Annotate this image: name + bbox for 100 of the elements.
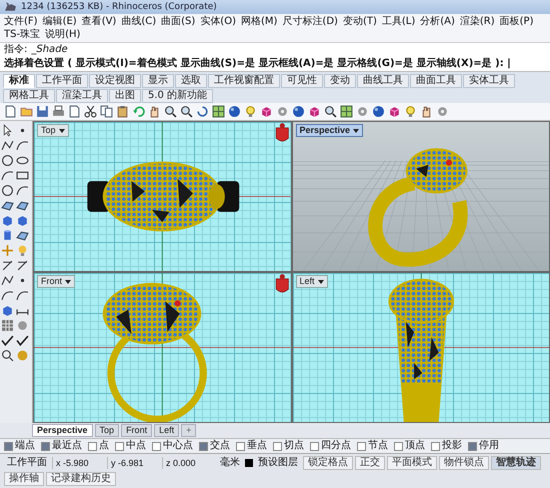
polyline-icon[interactable] [1, 139, 14, 152]
printer-icon[interactable] [52, 105, 65, 118]
check-icon[interactable] [16, 334, 29, 347]
sphere-icon[interactable] [228, 105, 241, 118]
checkbox[interactable] [468, 442, 477, 450]
document-icon[interactable] [68, 105, 81, 118]
checkbox[interactable] [431, 442, 440, 450]
menu-item[interactable]: 渲染(R) [460, 15, 495, 28]
toolbar-tab[interactable]: 工作视窗配置 [208, 74, 280, 88]
menu-item[interactable]: 编辑(E) [42, 15, 77, 28]
cube-icon[interactable] [308, 105, 321, 118]
viewport-title[interactable]: Top [37, 124, 69, 137]
cube-icon[interactable] [16, 214, 29, 227]
add-viewport-tab[interactable]: + [181, 424, 196, 437]
status-toggle[interactable]: 物件锁点 [439, 456, 489, 470]
command-value[interactable]: _Shade [31, 44, 68, 56]
menu-item[interactable]: 曲线(C) [121, 15, 156, 28]
lightbulb-icon[interactable] [244, 105, 257, 118]
menu-item[interactable]: 网格(M) [240, 15, 278, 28]
arrow-icon[interactable] [1, 124, 14, 137]
menu-item[interactable]: 说明(H) [45, 28, 80, 41]
toolbar-tab[interactable]: 显示 [142, 74, 174, 88]
sphere-icon[interactable] [292, 105, 305, 118]
toolbar-tab[interactable]: 网格工具 [3, 89, 55, 103]
status-toggle[interactable]: 操作轴 [4, 472, 44, 486]
cube-icon[interactable] [388, 105, 401, 118]
rectangle-icon[interactable] [16, 169, 29, 182]
rotate-icon[interactable] [196, 105, 209, 118]
checkbox[interactable] [41, 442, 50, 450]
checkbox[interactable] [199, 442, 208, 450]
menu-item[interactable]: TS-珠宝 [4, 28, 40, 41]
toolbar-tab[interactable]: 曲线工具 [357, 74, 409, 88]
menu-item[interactable]: 分析(A) [420, 15, 455, 28]
checkbox[interactable] [152, 442, 161, 450]
copy-icon[interactable] [100, 105, 113, 118]
toolbar-tab[interactable]: 曲面工具 [410, 74, 462, 88]
status-toggle[interactable]: 锁定格点 [303, 456, 353, 470]
viewport-tab[interactable]: Perspective [32, 424, 93, 437]
checkbox[interactable] [310, 442, 319, 450]
arc-icon[interactable] [16, 289, 29, 302]
lightbulb-icon[interactable] [404, 105, 417, 118]
toolbar-tab[interactable]: 可见性 [281, 74, 323, 88]
viewport-title[interactable]: Front [37, 275, 76, 288]
ellipse-icon[interactable] [16, 154, 29, 167]
menu-item[interactable]: 文件(F) [4, 15, 38, 28]
menu-item[interactable]: 面板(P) [500, 15, 534, 28]
hand-icon[interactable] [148, 105, 161, 118]
curve-icon[interactable] [1, 289, 14, 302]
checkbox[interactable] [4, 442, 13, 450]
status-toggle[interactable]: 记录建构历史 [46, 472, 116, 486]
hand-icon[interactable] [420, 105, 433, 118]
grid-icon[interactable] [212, 105, 225, 118]
circle-icon[interactable] [1, 154, 14, 167]
scissors-icon[interactable] [84, 105, 97, 118]
menu-item[interactable]: 曲面(S) [161, 15, 196, 28]
save-icon[interactable] [36, 105, 49, 118]
viewport-tab[interactable]: Left [154, 424, 180, 437]
status-toggle[interactable]: 正交 [355, 456, 385, 470]
viewport-tab[interactable]: Front [121, 424, 152, 437]
toolbar-tab[interactable]: 变动 [324, 74, 356, 88]
curve-icon[interactable] [16, 139, 29, 152]
menu-item[interactable]: 变动(T) [342, 15, 377, 28]
toolbar-tab[interactable]: 渲染工具 [56, 89, 108, 103]
undo-icon[interactable] [132, 105, 145, 118]
cube-icon[interactable] [1, 214, 14, 227]
toolbar-tab[interactable]: 5.0 的新功能 [142, 89, 214, 103]
checkbox[interactable] [273, 442, 282, 450]
curve-icon[interactable] [16, 184, 29, 197]
magnifier-icon[interactable] [324, 105, 337, 118]
surface-icon[interactable] [16, 199, 29, 212]
checkbox[interactable] [357, 442, 366, 450]
cube-icon[interactable] [260, 105, 273, 118]
viewport-title[interactable]: Perspective [296, 124, 364, 137]
surface-icon[interactable] [16, 229, 29, 242]
menu-item[interactable]: 工具(L) [382, 15, 416, 28]
menu-item[interactable]: 尺寸标注(D) [282, 15, 338, 28]
magnifier-icon[interactable] [164, 105, 177, 118]
circle-icon[interactable] [1, 184, 14, 197]
menu-item[interactable]: 查看(V) [82, 15, 116, 28]
trim-icon[interactable] [1, 259, 14, 272]
toolbar-tab[interactable]: 实体工具 [463, 74, 515, 88]
check-icon[interactable] [1, 334, 14, 347]
toolbar-tab[interactable]: 工作平面 [36, 74, 88, 88]
checkbox[interactable] [236, 442, 245, 450]
viewport-title[interactable]: Left [296, 275, 328, 288]
grid-icon[interactable] [340, 105, 353, 118]
sphere-icon[interactable] [372, 105, 385, 118]
viewport-tab[interactable]: Top [94, 424, 120, 437]
checkbox[interactable] [88, 442, 97, 450]
surface-icon[interactable] [1, 199, 14, 212]
cube-icon[interactable] [1, 304, 14, 317]
toolbar-tab[interactable]: 标准 [3, 74, 35, 88]
status-toggle[interactable]: 平面模式 [387, 456, 437, 470]
polyline-icon[interactable] [1, 274, 14, 287]
trim-icon[interactable] [16, 259, 29, 272]
arc-icon[interactable] [1, 169, 14, 182]
toolbar-tab[interactable]: 出图 [109, 89, 141, 103]
layer-label[interactable]: 预设图层 [255, 457, 301, 469]
folder-icon[interactable] [20, 105, 33, 118]
zoom-window-icon[interactable] [180, 105, 193, 118]
